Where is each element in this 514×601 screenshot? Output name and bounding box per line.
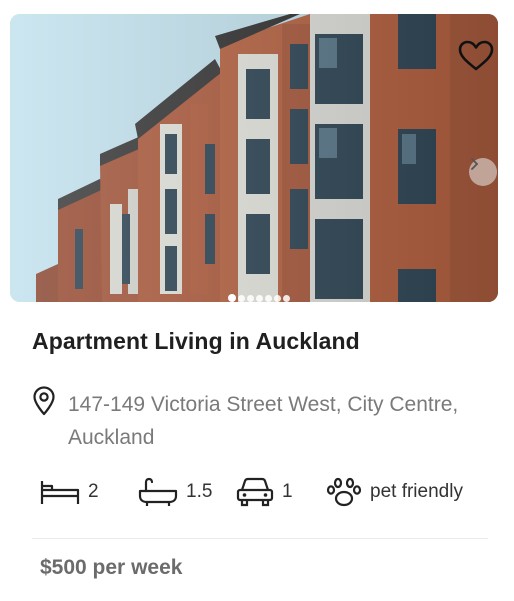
- carousel-dot[interactable]: [247, 294, 254, 302]
- building-photo: [10, 14, 498, 302]
- pets-feature: pet friendly: [326, 474, 463, 510]
- features-row: 2 1.5 1 pet friendly: [32, 474, 492, 510]
- carousel-dot[interactable]: [228, 294, 236, 302]
- chevron-right-icon: [471, 158, 479, 170]
- bathrooms-count: 1.5: [186, 481, 213, 502]
- map-pin-icon: [33, 386, 55, 416]
- paw-icon: [326, 477, 362, 507]
- carousel-dot[interactable]: [283, 294, 290, 302]
- favorite-button[interactable]: [458, 40, 496, 76]
- bathtub-icon: [138, 477, 178, 506]
- carousel-dot[interactable]: [256, 294, 263, 302]
- carousel-dot[interactable]: [274, 294, 281, 302]
- listing-card[interactable]: Apartment Living in Auckland 147-149 Vic…: [0, 0, 514, 601]
- listing-address: 147-149 Victoria Street West, City Centr…: [32, 386, 472, 450]
- carousel-dot[interactable]: [265, 294, 272, 302]
- bedrooms-count: 2: [88, 481, 99, 502]
- listing-photo[interactable]: [10, 14, 498, 302]
- listing-price: $500 per week: [40, 556, 183, 579]
- carousel-dot[interactable]: [238, 294, 245, 302]
- divider: [32, 538, 488, 539]
- next-slide-button[interactable]: [469, 158, 497, 186]
- listing-title[interactable]: Apartment Living in Auckland: [32, 328, 360, 355]
- car-icon: [236, 477, 274, 507]
- bedrooms-feature: 2: [40, 474, 99, 510]
- address-text: 147-149 Victoria Street West, City Centr…: [68, 393, 459, 449]
- parking-feature: 1: [236, 474, 293, 510]
- pets-label: pet friendly: [370, 481, 463, 502]
- bed-icon: [40, 481, 80, 504]
- carousel-dots: [228, 293, 290, 302]
- parking-count: 1: [282, 481, 293, 502]
- heart-icon: [458, 40, 494, 71]
- bathrooms-feature: 1.5: [138, 474, 212, 510]
